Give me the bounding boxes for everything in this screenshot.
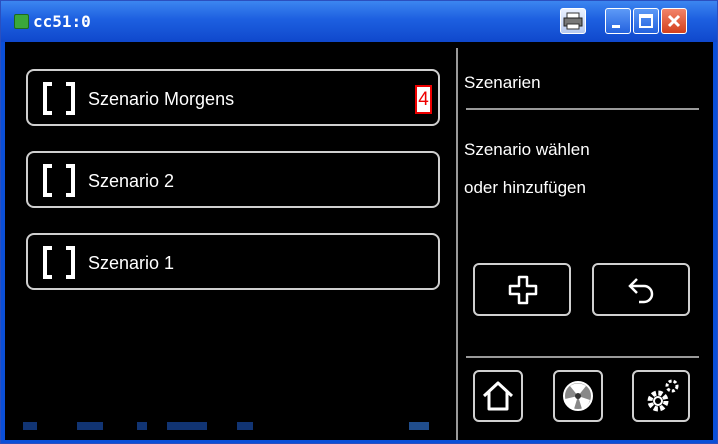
panel-divider-bottom [466, 356, 699, 358]
scenario-item-1[interactable]: Szenario 1 [26, 233, 440, 290]
fan-button[interactable] [553, 370, 603, 422]
scenario-label: Szenario 1 [88, 253, 175, 273]
scenario-item-2[interactable]: Szenario 2 [26, 151, 440, 208]
panel-description-line2: oder hinzufügen [464, 178, 586, 197]
window-title: cc51:0 [33, 12, 91, 31]
vertical-divider [456, 48, 458, 440]
scenario-item-morgens[interactable]: Szenario Morgens 4 [26, 69, 440, 126]
print-button[interactable] [560, 8, 586, 34]
maximize-button[interactable] [633, 8, 659, 34]
count-badge: 4 [415, 85, 432, 114]
home-button[interactable] [473, 370, 523, 422]
back-icon [628, 278, 654, 304]
title-bar[interactable]: cc51:0 [1, 1, 717, 42]
close-icon [667, 14, 681, 28]
home-icon [482, 381, 514, 411]
app-icon [14, 14, 29, 29]
minimize-icon [612, 25, 620, 28]
minimize-button[interactable] [605, 8, 631, 34]
scenario-label: Szenario 2 [88, 171, 175, 191]
panel-title: Szenarien [464, 73, 541, 92]
back-button[interactable] [592, 263, 690, 316]
scenario-bracket-icon [43, 164, 75, 197]
scenario-label: Szenario Morgens [88, 89, 235, 109]
panel-divider-top [466, 108, 699, 110]
scenario-bracket-icon [43, 246, 75, 279]
device-screen: Szenario Morgens 4 Szenario 2 Szenario 1… [5, 42, 713, 440]
settings-button[interactable] [632, 370, 690, 422]
scenario-bracket-icon [43, 82, 75, 115]
settings-icon [647, 379, 679, 412]
add-scenario-button[interactable] [473, 263, 571, 316]
add-icon [508, 275, 538, 305]
printer-icon [563, 12, 583, 30]
maximize-icon [639, 14, 653, 28]
close-button[interactable] [661, 8, 687, 34]
status-bar [17, 418, 447, 438]
panel-description-line1: Szenario wählen [464, 140, 590, 159]
fan-icon [563, 381, 593, 411]
app-window: cc51:0 Szenario Morgens 4 Szenario 2 Sze… [0, 0, 718, 444]
